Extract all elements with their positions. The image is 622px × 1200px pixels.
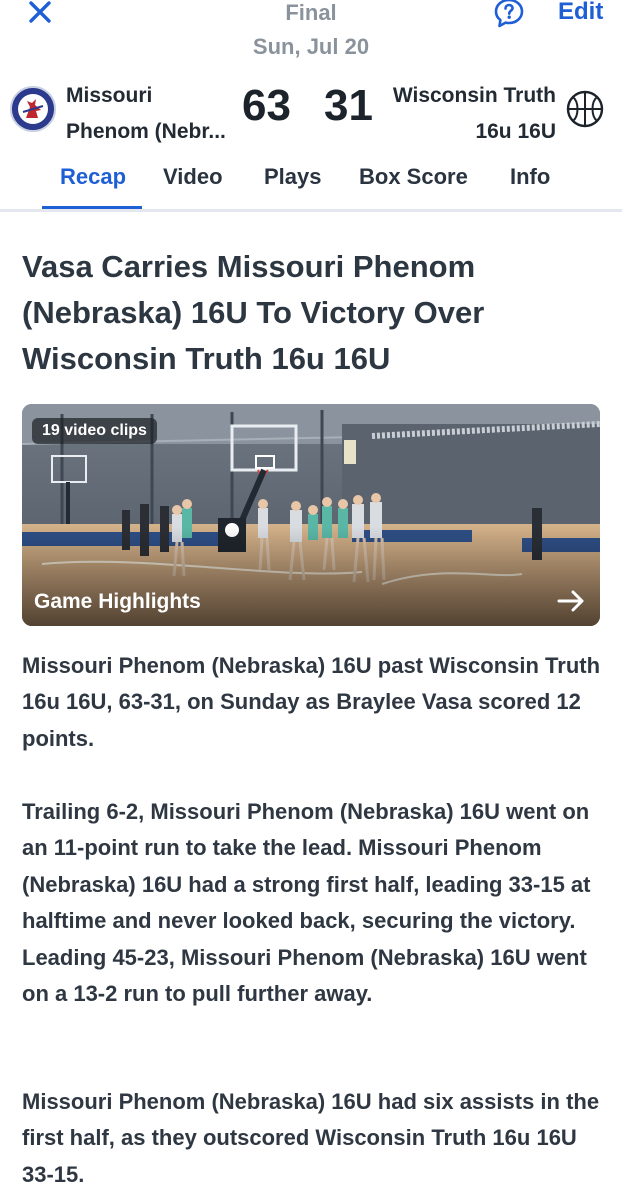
game-highlights-label: Game Highlights (34, 590, 201, 613)
arrow-right-icon[interactable] (556, 586, 586, 616)
away-team-name-line2: 16u 16U (475, 120, 556, 143)
game-highlights-video[interactable]: 19 video clips Game Highlights (22, 404, 600, 626)
help-chat-icon[interactable] (492, 0, 526, 30)
article-headline: Vasa Carries Missouri Phenom (Nebraska) … (22, 249, 485, 376)
home-score: 63 (242, 81, 291, 130)
edit-button[interactable]: Edit (558, 0, 603, 26)
home-team-name-line2: Phenom (Nebr... (66, 120, 226, 143)
article-paragraph: Trailing 6-2, Missouri Phenom (Nebraska)… (22, 799, 591, 1007)
tab-plays[interactable]: Plays (264, 164, 322, 190)
basketball-icon[interactable] (566, 90, 604, 128)
tab-video[interactable]: Video (163, 164, 223, 190)
scoreboard: Missouri Phenom (Nebr... 63 31 Wisconsin… (0, 74, 622, 154)
game-date: Sun, Jul 20 (252, 34, 370, 59)
tab-recap[interactable]: Recap (60, 164, 126, 190)
active-tab-indicator (42, 206, 142, 209)
home-team-name[interactable]: Missouri Phenom (Nebr... (66, 78, 236, 150)
home-team-name-line1: Missouri (66, 84, 153, 107)
tab-info[interactable]: Info (510, 164, 550, 190)
article-paragraph: Missouri Phenom (Nebraska) 16U past Wisc… (22, 653, 601, 751)
game-tabs: Recap Video Plays Box Score Info (0, 158, 622, 212)
video-clip-count-badge: 19 video clips (32, 418, 157, 444)
home-team-logo[interactable] (10, 86, 56, 132)
away-team-name[interactable]: Wisconsin Truth 16u 16U (366, 78, 556, 150)
away-team-name-line1: Wisconsin Truth (392, 84, 556, 107)
game-status: Final (285, 0, 337, 25)
article-paragraph: Missouri Phenom (Nebraska) 16U had six a… (22, 1089, 600, 1187)
top-bar: Final Sun, Jul 20 Edit (0, 0, 622, 70)
tab-box-score[interactable]: Box Score (359, 164, 468, 190)
